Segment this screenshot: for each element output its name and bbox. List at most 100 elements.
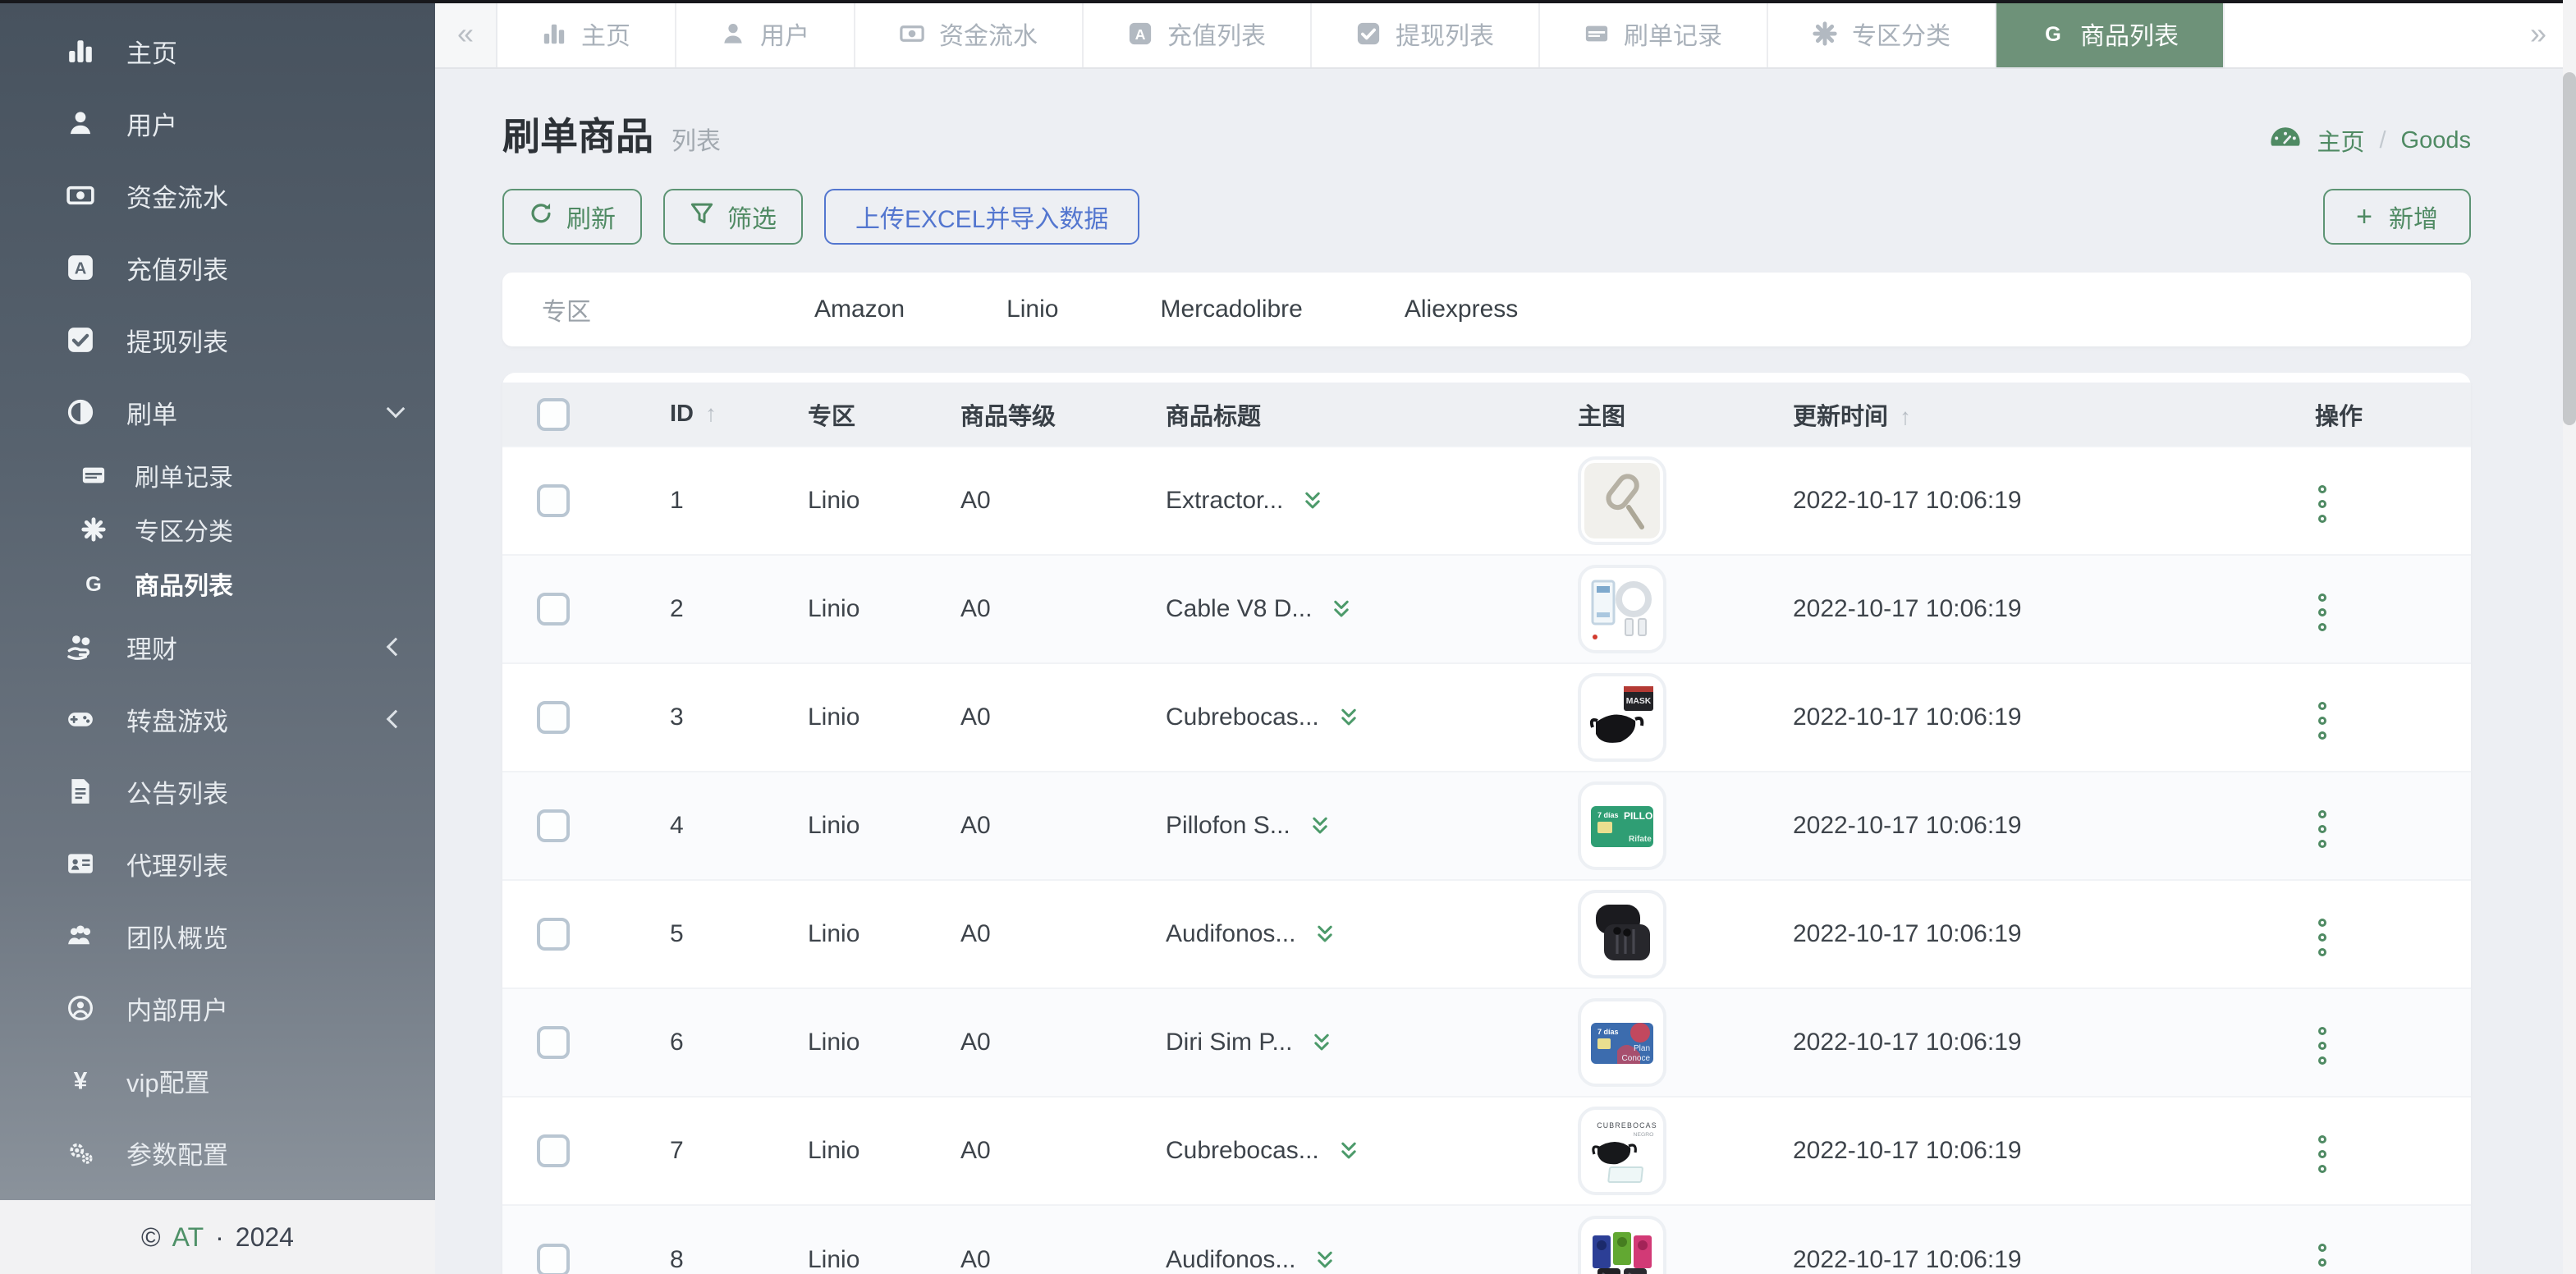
- row-actions-button[interactable]: [2315, 803, 2330, 855]
- row-actions-button[interactable]: [2315, 1237, 2330, 1274]
- filter-button[interactable]: 筛选: [663, 189, 803, 245]
- row-checkbox[interactable]: [537, 593, 570, 626]
- product-image[interactable]: [1578, 456, 1666, 545]
- cell-zone: Linio: [749, 772, 903, 880]
- cell-updated: 2022-10-17 10:06:19: [1734, 663, 2256, 772]
- expand-title-icon[interactable]: [1313, 923, 1336, 946]
- cell-title: Cubrebocas...: [1166, 1137, 1319, 1165]
- expand-title-icon[interactable]: [1309, 814, 1332, 837]
- product-image[interactable]: [1578, 890, 1666, 978]
- sidebar-item-internal-users[interactable]: 内部用户: [0, 972, 435, 1044]
- select-all-checkbox[interactable]: [537, 398, 570, 431]
- row-actions-button[interactable]: [2315, 586, 2330, 638]
- column-header-updated[interactable]: 更新时间↑: [1734, 383, 2256, 447]
- tab-withdraw-list[interactable]: 提现列表: [1312, 0, 1540, 67]
- money-bill-icon: [62, 181, 99, 209]
- column-header-grade: 商品等级: [903, 383, 1107, 447]
- page-scrollbar-thumb[interactable]: [2563, 72, 2576, 425]
- sidebar-item-zone-category[interactable]: 专区分类: [0, 502, 435, 557]
- row-checkbox[interactable]: [537, 1026, 570, 1059]
- row-actions-button[interactable]: [2315, 911, 2330, 963]
- breadcrumb-home-link[interactable]: 主页: [2317, 123, 2364, 158]
- row-checkbox[interactable]: [537, 918, 570, 951]
- expand-title-icon[interactable]: [1313, 1249, 1336, 1272]
- tab-label: 专区分类: [1852, 16, 1950, 52]
- refresh-button-label: 刷新: [566, 199, 616, 235]
- zone-filter-label: 专区: [542, 291, 814, 328]
- refresh-button[interactable]: 刷新: [502, 189, 642, 245]
- svg-text:G: G: [85, 573, 102, 596]
- product-image[interactable]: MASK: [1578, 673, 1666, 762]
- zone-filter-bar: 专区 Amazon Linio Mercadolibre Aliexpress: [502, 273, 2471, 346]
- cell-title: Audifonos...: [1166, 920, 1295, 948]
- sidebar-item-recharge-list[interactable]: A 充值列表: [0, 231, 435, 304]
- table-row: 5 Linio A0 Audifonos... 2022-10-17 10:06…: [502, 880, 2471, 988]
- sidebar-item-agent-list[interactable]: 代理列表: [0, 827, 435, 900]
- expand-title-icon[interactable]: [1337, 706, 1360, 729]
- row-actions-button[interactable]: [2315, 1020, 2330, 1071]
- product-image[interactable]: [1578, 565, 1666, 653]
- cell-zone: Linio: [749, 663, 903, 772]
- tab-recharge-list[interactable]: A 充值列表: [1084, 0, 1312, 67]
- row-checkbox[interactable]: [537, 1244, 570, 1274]
- row-checkbox[interactable]: [537, 809, 570, 842]
- tabs-scroll-left-button[interactable]: «: [435, 0, 497, 67]
- tab-brush-order-record[interactable]: 刷单记录: [1540, 0, 1768, 67]
- expand-title-icon[interactable]: [1330, 598, 1353, 621]
- tab-users[interactable]: 用户: [676, 0, 855, 67]
- svg-text:CUBREBOCAS: CUBREBOCAS: [1597, 1121, 1657, 1130]
- zone-option-amazon[interactable]: Amazon: [814, 296, 905, 323]
- row-actions-button[interactable]: [2315, 694, 2330, 746]
- sidebar-item-params-config[interactable]: 参数配置: [0, 1116, 435, 1189]
- sidebar-item-vip-config[interactable]: ¥ vip配置: [0, 1044, 435, 1116]
- user-icon: [62, 109, 99, 137]
- row-actions-button[interactable]: [2315, 478, 2330, 529]
- sidebar-item-finance[interactable]: 理财: [0, 611, 435, 683]
- sidebar-item-funds-flow[interactable]: 资金流水: [0, 159, 435, 231]
- product-image[interactable]: 7 díasPILLORifate: [1578, 781, 1666, 870]
- plus-icon: +: [2356, 203, 2372, 231]
- sidebar-item-wheel-game[interactable]: 转盘游戏: [0, 683, 435, 755]
- sidebar-item-withdraw-list[interactable]: 提现列表: [0, 304, 435, 376]
- expand-title-icon[interactable]: [1310, 1031, 1333, 1054]
- row-actions-button[interactable]: [2315, 1128, 2330, 1180]
- sidebar-item-users[interactable]: 用户: [0, 87, 435, 159]
- cell-zone: Linio: [749, 988, 903, 1097]
- tab-home[interactable]: 主页: [497, 0, 676, 67]
- users-icon: [62, 922, 99, 950]
- cell-id: 6: [604, 988, 749, 1097]
- burst-icon: [1813, 21, 1837, 46]
- cell-updated: 2022-10-17 10:06:19: [1734, 988, 2256, 1097]
- zone-option-mercadolibre[interactable]: Mercadolibre: [1160, 296, 1302, 323]
- expand-title-icon[interactable]: [1337, 1139, 1360, 1162]
- tab-funds-flow[interactable]: 资金流水: [855, 0, 1084, 67]
- sidebar-item-goods-list[interactable]: G 商品列表: [0, 557, 435, 611]
- sidebar-item-brush-order-record[interactable]: 刷单记录: [0, 448, 435, 502]
- row-checkbox[interactable]: [537, 701, 570, 734]
- expand-title-icon[interactable]: [1301, 489, 1324, 512]
- sidebar-item-notice-list[interactable]: 公告列表: [0, 755, 435, 827]
- admin-app: 主页 用户 资金流水 A 充值列表 提现列表 刷单: [0, 0, 2576, 1274]
- tab-zone-category[interactable]: 专区分类: [1768, 0, 1996, 67]
- product-image[interactable]: CUBREBOCASNEGRO: [1578, 1107, 1666, 1195]
- product-image[interactable]: 7 díasPlanConoce: [1578, 998, 1666, 1087]
- upload-excel-button[interactable]: 上传EXCEL并导入数据: [824, 189, 1139, 245]
- row-checkbox[interactable]: [537, 484, 570, 517]
- zone-option-linio[interactable]: Linio: [1006, 296, 1058, 323]
- column-header-id[interactable]: ID↑: [604, 383, 749, 447]
- sidebar-item-home[interactable]: 主页: [0, 15, 435, 87]
- tab-goods-list[interactable]: G 商品列表: [1996, 0, 2225, 67]
- tab-label: 用户: [760, 16, 809, 52]
- row-checkbox[interactable]: [537, 1134, 570, 1167]
- chart-bars-icon: [542, 21, 566, 46]
- sidebar-item-brush-order[interactable]: 刷单: [0, 376, 435, 448]
- add-button-label: 新增: [2389, 199, 2438, 235]
- cell-grade: A0: [903, 988, 1107, 1097]
- sidebar-item-team-overview[interactable]: 团队概览: [0, 900, 435, 972]
- svg-text:¥: ¥: [74, 1068, 88, 1094]
- zone-option-aliexpress[interactable]: Aliexpress: [1405, 296, 1518, 323]
- add-button[interactable]: + 新增: [2323, 189, 2471, 245]
- product-image[interactable]: [1578, 1216, 1666, 1274]
- page-content: 刷单商品 列表 主页 / Goods 刷新 筛选: [435, 69, 2576, 1274]
- burst-icon: [77, 517, 110, 542]
